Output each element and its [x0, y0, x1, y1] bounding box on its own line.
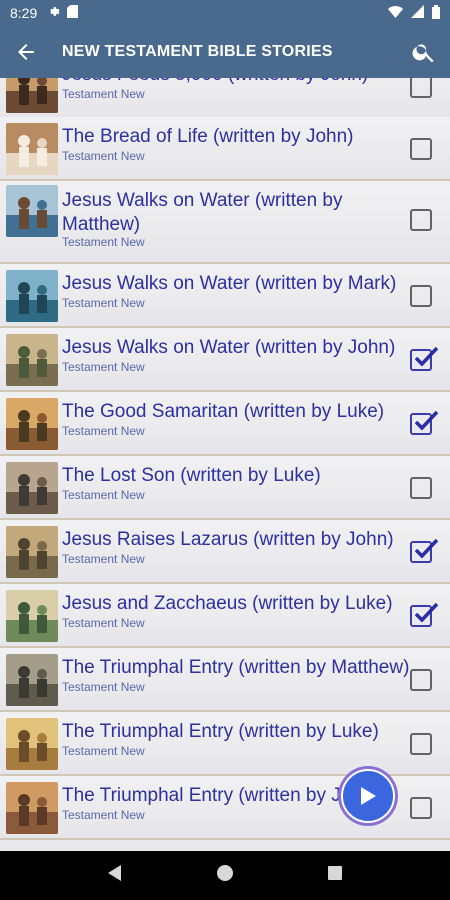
- story-title: Jesus Feeds 5,000 (written by John): [62, 78, 412, 87]
- story-subtitle: Testament New: [62, 488, 145, 502]
- story-thumbnail: [6, 526, 58, 578]
- story-subtitle: Testament New: [62, 616, 145, 630]
- check-icon: [414, 346, 439, 367]
- story-checkbox[interactable]: [410, 733, 432, 755]
- signal-icon: [411, 5, 424, 21]
- story-subtitle: Testament New: [62, 424, 145, 438]
- story-checkbox[interactable]: [410, 138, 432, 160]
- story-checkbox[interactable]: [410, 538, 439, 563]
- story-row[interactable]: Jesus Walks on Water (written by Matthew…: [0, 181, 450, 264]
- story-subtitle: Testament New: [62, 296, 145, 310]
- recents-square-icon[interactable]: [327, 865, 343, 886]
- story-title: The Good Samaritan (written by Luke): [62, 401, 385, 422]
- story-list[interactable]: Jesus Feeds 5,000 (written by John)Testa…: [0, 78, 450, 851]
- system-nav-bar: [0, 851, 450, 900]
- story-thumbnail: [6, 782, 58, 834]
- story-row[interactable]: The Triumphal Entry (written by Luke) Tes…: [0, 712, 450, 776]
- check-icon: [414, 410, 439, 431]
- search-icon[interactable]: [398, 26, 450, 78]
- check-icon: [414, 602, 439, 623]
- story-thumbnail: [6, 398, 58, 450]
- story-thumbnail: [6, 123, 58, 175]
- story-subtitle: Testament New: [62, 680, 145, 694]
- story-checkbox[interactable]: [410, 477, 432, 499]
- story-thumbnail: [6, 462, 58, 514]
- story-checkbox[interactable]: [410, 209, 432, 231]
- story-thumbnail: [6, 185, 58, 237]
- story-title: The Triumphal Entry (written by Matthew): [62, 657, 410, 678]
- story-title: The Bread of Life (written by John): [62, 126, 354, 147]
- story-row[interactable]: Jesus Walks on Water (written by Mark) Te…: [0, 264, 450, 328]
- story-checkbox[interactable]: [410, 78, 432, 98]
- sd-card-icon: [67, 5, 79, 21]
- story-row[interactable]: Jesus Raises Lazarus (written by John) Te…: [0, 520, 450, 584]
- story-title: Jesus Walks on Water (written by Mark): [62, 273, 397, 294]
- story-checkbox[interactable]: [410, 797, 432, 819]
- status-bar: 8:29: [0, 0, 450, 26]
- story-subtitle: Testament New: [62, 235, 145, 249]
- story-title: The Triumphal Entry (written by Luke): [62, 721, 379, 742]
- status-time: 8:29: [10, 5, 38, 21]
- story-subtitle: Testament New: [62, 149, 145, 163]
- story-checkbox[interactable]: [410, 669, 432, 691]
- story-thumbnail: [6, 78, 58, 113]
- home-circle-icon[interactable]: [216, 864, 234, 887]
- check-icon: [414, 538, 439, 559]
- story-row[interactable]: Jesus Walks on Water (written by John) Te…: [0, 328, 450, 392]
- story-row[interactable]: The Lost Son (written by Luke) Testament …: [0, 456, 450, 520]
- story-row[interactable]: Jesus Feeds 5,000 (written by John)Testa…: [0, 78, 450, 119]
- story-checkbox[interactable]: [410, 410, 439, 435]
- play-icon: [341, 769, 395, 823]
- story-checkbox[interactable]: [410, 346, 439, 371]
- story-thumbnail: [6, 718, 58, 770]
- story-checkbox[interactable]: [410, 285, 432, 307]
- story-subtitle: Testament New: [62, 552, 145, 566]
- app-bar: NEW TESTAMENT BIBLE STORIES: [0, 26, 450, 78]
- story-title: The Lost Son (written by Luke): [62, 465, 321, 486]
- story-subtitle: Testament New: [62, 87, 145, 101]
- story-title: Jesus Walks on Water (written by Matthew…: [62, 190, 343, 235]
- story-subtitle: Testament New: [62, 808, 145, 822]
- story-subtitle: Testament New: [62, 360, 145, 374]
- story-thumbnail: [6, 590, 58, 642]
- story-thumbnail: [6, 654, 58, 706]
- gear-icon: [47, 5, 60, 21]
- story-title: Jesus Raises Lazarus (written by John): [62, 529, 394, 550]
- wifi-icon: [388, 5, 403, 21]
- battery-icon: [432, 4, 440, 22]
- story-row[interactable]: Jesus and Zacchaeus (written by Luke) Tes…: [0, 584, 450, 648]
- story-subtitle: Testament New: [62, 744, 145, 758]
- page-title: NEW TESTAMENT BIBLE STORIES: [62, 43, 333, 60]
- story-thumbnail: [6, 270, 58, 322]
- story-row[interactable]: The Triumphal Entry (written by Matthew)…: [0, 648, 450, 712]
- story-row[interactable]: The Good Samaritan (written by Luke) Test…: [0, 392, 450, 456]
- story-thumbnail: [6, 334, 58, 386]
- back-triangle-icon[interactable]: [107, 864, 123, 887]
- arrow-back-icon[interactable]: [0, 26, 52, 78]
- story-title: Jesus Walks on Water (written by John): [62, 337, 396, 358]
- story-checkbox[interactable]: [410, 602, 439, 627]
- story-row[interactable]: The Bread of Life (written by John) Testa…: [0, 117, 450, 181]
- play-button[interactable]: [338, 766, 398, 826]
- story-title: Jesus and Zacchaeus (written by Luke): [62, 593, 393, 614]
